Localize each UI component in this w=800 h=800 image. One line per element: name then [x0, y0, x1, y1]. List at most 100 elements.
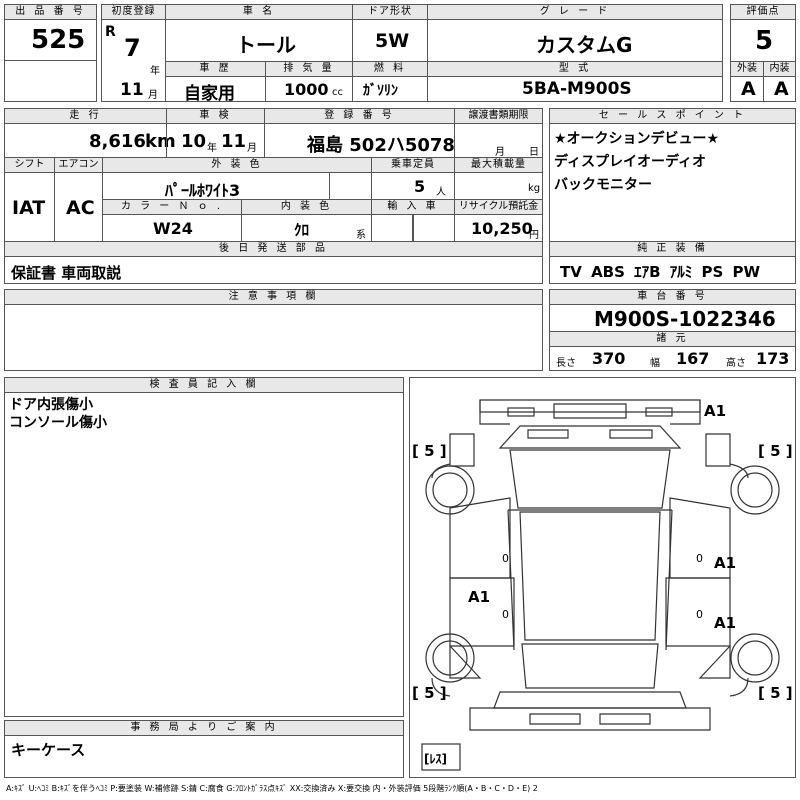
office-note: キーケース — [11, 741, 86, 759]
exterior-label: 外装 — [730, 61, 764, 77]
length: 370 — [592, 349, 626, 368]
interior-cell: A — [763, 76, 796, 102]
exterior-grade: A — [741, 78, 756, 100]
inspection-month: 11 — [221, 131, 247, 152]
tire-rating: [ 5 ] — [758, 442, 793, 460]
rating-label: 評価点 — [730, 4, 796, 20]
interior-label: 内装 — [763, 61, 796, 77]
equipment: TV ABS ｴｱB ｱﾙﾐ PS PW — [560, 263, 761, 281]
exterior-cell: A — [730, 76, 764, 102]
door-type: 5W — [375, 30, 410, 52]
import-cell-divider — [412, 214, 414, 242]
displacement-unit: cc — [332, 87, 343, 98]
chassis-number: M900S-1022346 — [594, 307, 776, 331]
first-reg-year: 7 — [124, 34, 141, 62]
recycle-cell: 10,250 円 — [454, 214, 543, 242]
recycle: 10,250 — [471, 219, 533, 238]
shift-label: シフト — [4, 157, 55, 173]
door-label: ドア形状 — [352, 4, 428, 20]
notes-cell — [4, 304, 543, 371]
lot-blank — [4, 60, 97, 102]
lot-cell: 525 — [4, 19, 97, 61]
zero-mark: 0 — [696, 608, 703, 621]
rating: 5 — [755, 26, 774, 56]
month-unit: 月 — [148, 90, 158, 101]
max-load-unit: kg — [528, 183, 541, 194]
aircon-label: エアコン — [54, 157, 103, 173]
inspection-month-unit: 月 — [247, 143, 257, 154]
ext-color-label: 外 装 色 — [102, 157, 372, 173]
ext-color: ﾊﾟｰﾙﾎﾜｲﾄ3 — [165, 181, 241, 200]
capacity-cell: 5 人 — [371, 172, 455, 200]
history: 自家用 — [184, 84, 235, 104]
inspector-note-2: コンソール傷小 — [9, 415, 107, 431]
transfer-label: 譲渡書類期限 — [454, 108, 543, 124]
door-cell: 5W — [352, 19, 428, 62]
history-cell: 自家用 — [165, 76, 266, 104]
int-color-unit: 系 — [356, 230, 366, 241]
spare-tire-label: [ﾚｽ] — [424, 752, 447, 766]
color-no-cell: W24 — [102, 214, 242, 242]
damage-mark: A1 — [468, 588, 490, 606]
capacity-label: 乗車定員 — [371, 157, 455, 173]
registration-cell: 福島 502ハ5078 — [264, 123, 455, 158]
aircon-cell: AC — [54, 172, 103, 242]
damage-diagram: A1 A1 A1 A1 [ 5 ] [ 5 ] [ 5 ] [ 5 ] [ﾚｽ]… — [409, 377, 796, 778]
capacity: 5 — [414, 177, 426, 196]
later-parts: 保証書 車両取説 — [11, 264, 122, 282]
transfer-day-unit: 日 — [529, 147, 539, 158]
history-label: 車 歴 — [165, 61, 266, 77]
first-reg-month: 11 — [120, 80, 144, 100]
zero-mark: 0 — [696, 552, 703, 565]
sales-point-3: バックモニター — [554, 177, 652, 193]
width-label: 幅 — [650, 358, 660, 369]
shift-cell: IAT — [4, 172, 55, 242]
max-load-label: 最大積載量 — [454, 157, 543, 173]
height: 173 — [756, 349, 790, 368]
recycle-unit: 円 — [529, 230, 539, 241]
inspector-note-1: ドア内張傷小 — [9, 397, 93, 413]
equipment-label: 純 正 装 備 — [549, 241, 796, 257]
chassis-label: 車 台 番 号 — [549, 289, 796, 305]
notes-label: 注 意 事 項 欄 — [4, 289, 543, 305]
fuel: ｶﾞｿﾘﾝ — [363, 83, 398, 99]
grade-label: グ レ ー ド — [427, 4, 723, 20]
displacement: 1000 — [284, 80, 329, 99]
int-color-label: 内 装 色 — [241, 199, 372, 215]
mileage: 8,616 — [89, 131, 146, 152]
later-parts-label: 後 日 発 送 部 品 — [4, 241, 543, 257]
capacity-unit: 人 — [436, 187, 446, 198]
inspector-cell: ドア内張傷小 コンソール傷小 — [4, 392, 404, 717]
inspection-year-unit: 年 — [207, 143, 217, 154]
displacement-label: 排 気 量 — [265, 61, 353, 77]
int-color: ｸﾛ — [294, 221, 310, 239]
grade-cell: カスタムG — [427, 19, 723, 62]
year-unit: 年 — [150, 66, 160, 77]
inspector-label: 検 査 員 記 入 欄 — [4, 377, 404, 393]
displacement-cell: 1000 cc — [265, 76, 353, 102]
model-label: 型 式 — [427, 61, 723, 77]
damage-mark: A1 — [714, 614, 736, 632]
width: 167 — [676, 349, 710, 368]
length-label: 長さ — [556, 358, 576, 369]
max-load-cell: kg — [454, 172, 543, 200]
specs-label: 諸 元 — [549, 331, 796, 347]
first-reg-label: 初度登録 — [101, 4, 166, 20]
damage-mark: A1 — [704, 402, 726, 420]
later-parts-cell: 保証書 車両取説 — [4, 256, 543, 284]
interior-grade: A — [774, 78, 789, 100]
color-no-label: カ ラ ー Ｎ ｏ . — [102, 199, 242, 215]
int-color-cell: ｸﾛ 系 — [241, 214, 372, 242]
zero-mark: 0 — [502, 552, 509, 565]
grade: カスタムG — [536, 33, 633, 57]
car-name: トール — [236, 33, 296, 57]
inspection-label: 車 検 — [166, 108, 265, 124]
tire-rating: [ 5 ] — [758, 684, 793, 702]
tire-rating: [ 5 ] — [412, 442, 447, 460]
recycle-label: リサイクル預託金 — [454, 199, 543, 215]
legend: A:ｷｽﾞ U:ﾍｺﾐ B:ｷｽﾞを伴うﾍｺﾐ P:要塗装 W:補修跡 S:錆 … — [6, 784, 538, 793]
rating-cell: 5 — [730, 19, 796, 62]
era: R — [105, 24, 116, 40]
car-name-cell: トール — [165, 19, 353, 62]
ext-color-extra — [329, 172, 372, 200]
